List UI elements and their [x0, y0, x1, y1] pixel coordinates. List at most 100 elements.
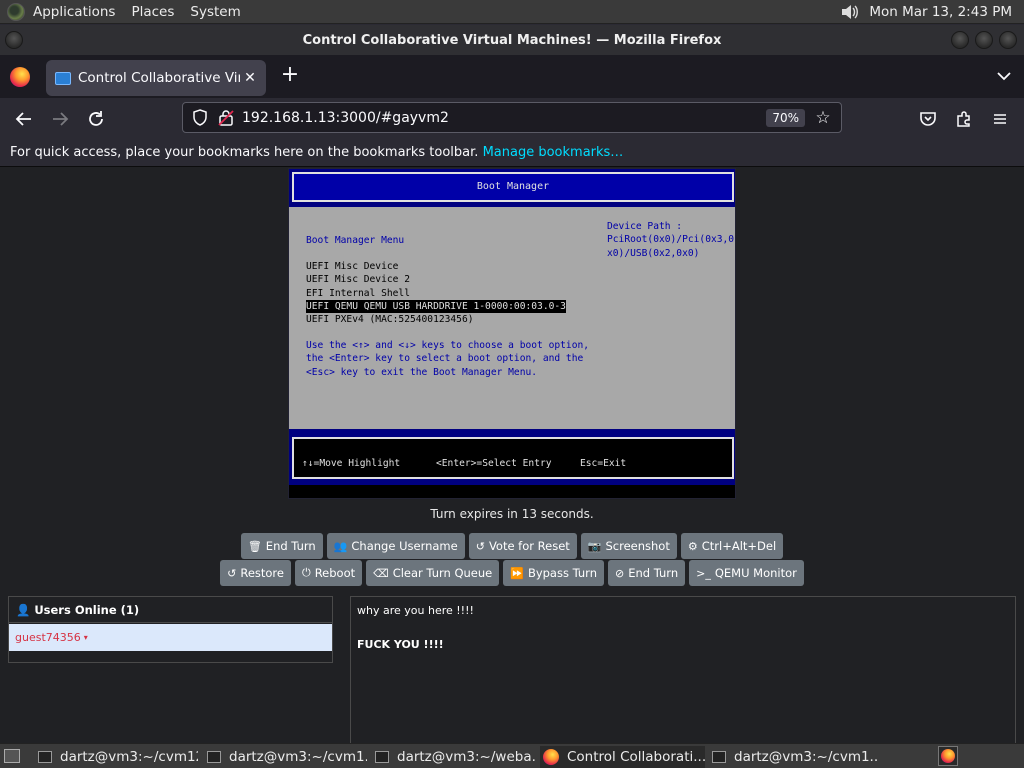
- button-row-1: 🗑 End Turn 👥 Change Username ↺ Vote for Res…: [0, 533, 1024, 559]
- tab-strip: Control Collaborative Virtua ✕ +: [0, 55, 1024, 98]
- vm-boot-option: UEFI Misc Device: [306, 261, 399, 272]
- change-username-button[interactable]: 👥 Change Username: [326, 533, 465, 559]
- vm-device-path: Device Path : PciRoot(0x0)/Pci(0x3,0 x0)…: [607, 221, 735, 259]
- terminal-icon: [207, 751, 221, 763]
- vm-boot-option: EFI Internal Shell: [306, 287, 410, 299]
- terminal-icon: [38, 751, 52, 763]
- users-online-panel: 👤 Users Online (1) guest74356 ▾: [8, 596, 333, 663]
- ctrl-alt-del-button[interactable]: ⚙ Ctrl+Alt+Del: [680, 533, 784, 559]
- places-menu[interactable]: Places: [123, 4, 182, 20]
- vm-boot-option: UEFI PXEv4 (MAC:525400123456): [306, 314, 474, 326]
- window-menu-button[interactable]: [5, 31, 23, 49]
- vm-display[interactable]: Boot Manager Boot Manager Menu Device Pa…: [288, 168, 736, 499]
- tab-active[interactable]: Control Collaborative Virtua ✕: [46, 60, 266, 96]
- taskbar-item[interactable]: dartz@vm3:~/weba...: [375, 746, 535, 768]
- undo-icon: ↺: [475, 539, 485, 553]
- url-bar[interactable]: 192.168.1.13:3000/#gayvm2 70% ☆: [182, 102, 842, 133]
- vm-bottom-bar: [289, 485, 735, 498]
- minimize-button[interactable]: [951, 31, 969, 49]
- button-label: Vote for Reset: [488, 539, 570, 553]
- firefox-icon: [941, 749, 955, 763]
- user-icon: 👤: [16, 602, 31, 617]
- chevron-down-icon[interactable]: [994, 67, 1014, 85]
- back-button[interactable]: [10, 105, 38, 133]
- bookmark-star-icon[interactable]: ☆: [813, 108, 833, 128]
- vm-boot-manager-footer: ↑↓=Move Highlight <Enter>=Select Entry E…: [292, 437, 734, 479]
- undo-icon: ↺: [227, 566, 237, 580]
- button-label: Screenshot: [605, 539, 670, 553]
- button-row-2: ↺ Restore ⏻ Reboot ⌫ Clear Turn Queue ⏩ Bypa…: [0, 560, 1024, 586]
- url-text[interactable]: 192.168.1.13:3000/#gayvm2: [242, 110, 766, 126]
- power-icon: ⏻: [301, 566, 311, 579]
- firefox-tray-icon[interactable]: [938, 746, 958, 766]
- clock[interactable]: Mon Mar 13, 2:43 PM: [869, 4, 1024, 20]
- chat-message: why are you here !!!!: [357, 604, 474, 617]
- bookmarks-toolbar: For quick access, place your bookmarks h…: [0, 140, 1024, 167]
- button-label: Change Username: [351, 539, 458, 553]
- reboot-button[interactable]: ⏻ Reboot: [294, 560, 363, 586]
- button-label: Clear Turn Queue: [392, 566, 493, 580]
- shield-icon[interactable]: [192, 109, 208, 126]
- insecure-lock-icon[interactable]: [218, 109, 234, 126]
- window-titlebar[interactable]: Control Collaborative Virtual Machines! …: [0, 25, 1024, 55]
- vm-menu-title: Boot Manager Menu: [306, 235, 405, 246]
- taskbar-item[interactable]: dartz@vm3:~/cvm1...: [712, 746, 877, 768]
- arrow-right-icon: [53, 112, 69, 126]
- taskbar: dartz@vm3:~/cvm12 dartz@vm3:~/cvm1... da…: [0, 743, 1024, 768]
- taskbar-item[interactable]: dartz@vm3:~/cvm12: [38, 746, 198, 768]
- taskbar-label: dartz@vm3:~/cvm12: [60, 749, 198, 765]
- eraser-icon: ⌫: [373, 566, 389, 580]
- taskbar-label: Control Collaborati...: [567, 749, 705, 765]
- page-content: Boot Manager Boot Manager Menu Device Pa…: [0, 167, 1024, 744]
- new-tab-button[interactable]: +: [278, 64, 302, 88]
- user-list-item[interactable]: guest74356 ▾: [9, 624, 332, 651]
- window-title: Control Collaborative Virtual Machines! …: [302, 32, 722, 48]
- vm-boot-option-selected: UEFI QEMU QEMU USB HARDDRIVE 1-0000:00:0…: [306, 299, 566, 314]
- trash-icon: 🗑: [247, 539, 262, 553]
- extensions-button[interactable]: [950, 105, 978, 133]
- users-online-title: Users Online (1): [34, 602, 140, 617]
- maximize-button[interactable]: [975, 31, 993, 49]
- firefox-icon[interactable]: [10, 67, 30, 87]
- vm-footer-esc: Esc=Exit: [580, 458, 627, 469]
- close-window-button[interactable]: [999, 31, 1017, 49]
- button-label: Reboot: [314, 566, 356, 580]
- system-menu[interactable]: System: [182, 4, 248, 20]
- tab-title: Control Collaborative Virtua: [78, 70, 240, 86]
- taskbar-item[interactable]: dartz@vm3:~/cvm1...: [207, 746, 367, 768]
- applications-menu[interactable]: Applications: [25, 4, 123, 20]
- terminal-icon: >_: [696, 566, 711, 580]
- reload-button[interactable]: [82, 105, 110, 133]
- vm-footer-move: ↑↓=Move Highlight: [302, 458, 401, 469]
- show-desktop-icon[interactable]: [4, 749, 20, 763]
- chat-message: FUCK YOU !!!!: [357, 638, 444, 651]
- zoom-indicator[interactable]: 70%: [766, 108, 805, 127]
- clear-turn-queue-button[interactable]: ⌫ Clear Turn Queue: [366, 560, 500, 586]
- caret-down-icon: ▾: [83, 633, 88, 642]
- end-turn-button[interactable]: 🗑 End Turn: [240, 533, 323, 559]
- manage-bookmarks-link[interactable]: Manage bookmarks…: [483, 145, 624, 160]
- gear-icon: ⚙: [687, 539, 698, 553]
- app-menu-button[interactable]: [986, 105, 1014, 133]
- users-online-header: 👤 Users Online (1): [9, 597, 332, 623]
- hamburger-menu-icon: [994, 114, 1006, 124]
- bypass-turn-button[interactable]: ⏩ Bypass Turn: [503, 560, 604, 586]
- vm-help-text: Use the <↑> and <↓> keys to choose a boo…: [306, 340, 590, 378]
- top-panel: Applications Places System Mon Mar 13, 2…: [0, 0, 1024, 24]
- forward-button[interactable]: [46, 105, 74, 133]
- end-turn-ban-button[interactable]: ⊘ End Turn: [608, 560, 686, 586]
- button-label: Bypass Turn: [527, 566, 597, 580]
- pocket-button[interactable]: [914, 105, 942, 133]
- monitor-icon: [55, 71, 71, 85]
- taskbar-item-active[interactable]: Control Collaborati...: [540, 746, 705, 768]
- vote-for-reset-button[interactable]: ↺ Vote for Reset: [468, 533, 577, 559]
- gnome-foot-icon[interactable]: [7, 2, 25, 21]
- screenshot-button[interactable]: 📷 Screenshot: [580, 533, 677, 559]
- tab-close-button[interactable]: ✕: [240, 70, 260, 86]
- taskbar-label: dartz@vm3:~/weba...: [397, 749, 535, 765]
- volume-icon[interactable]: [841, 4, 859, 20]
- vm-footer-enter: <Enter>=Select Entry: [436, 458, 552, 469]
- restore-button[interactable]: ↺ Restore: [220, 560, 291, 586]
- qemu-monitor-button[interactable]: >_ QEMU Monitor: [689, 560, 804, 586]
- button-label: End Turn: [265, 539, 316, 553]
